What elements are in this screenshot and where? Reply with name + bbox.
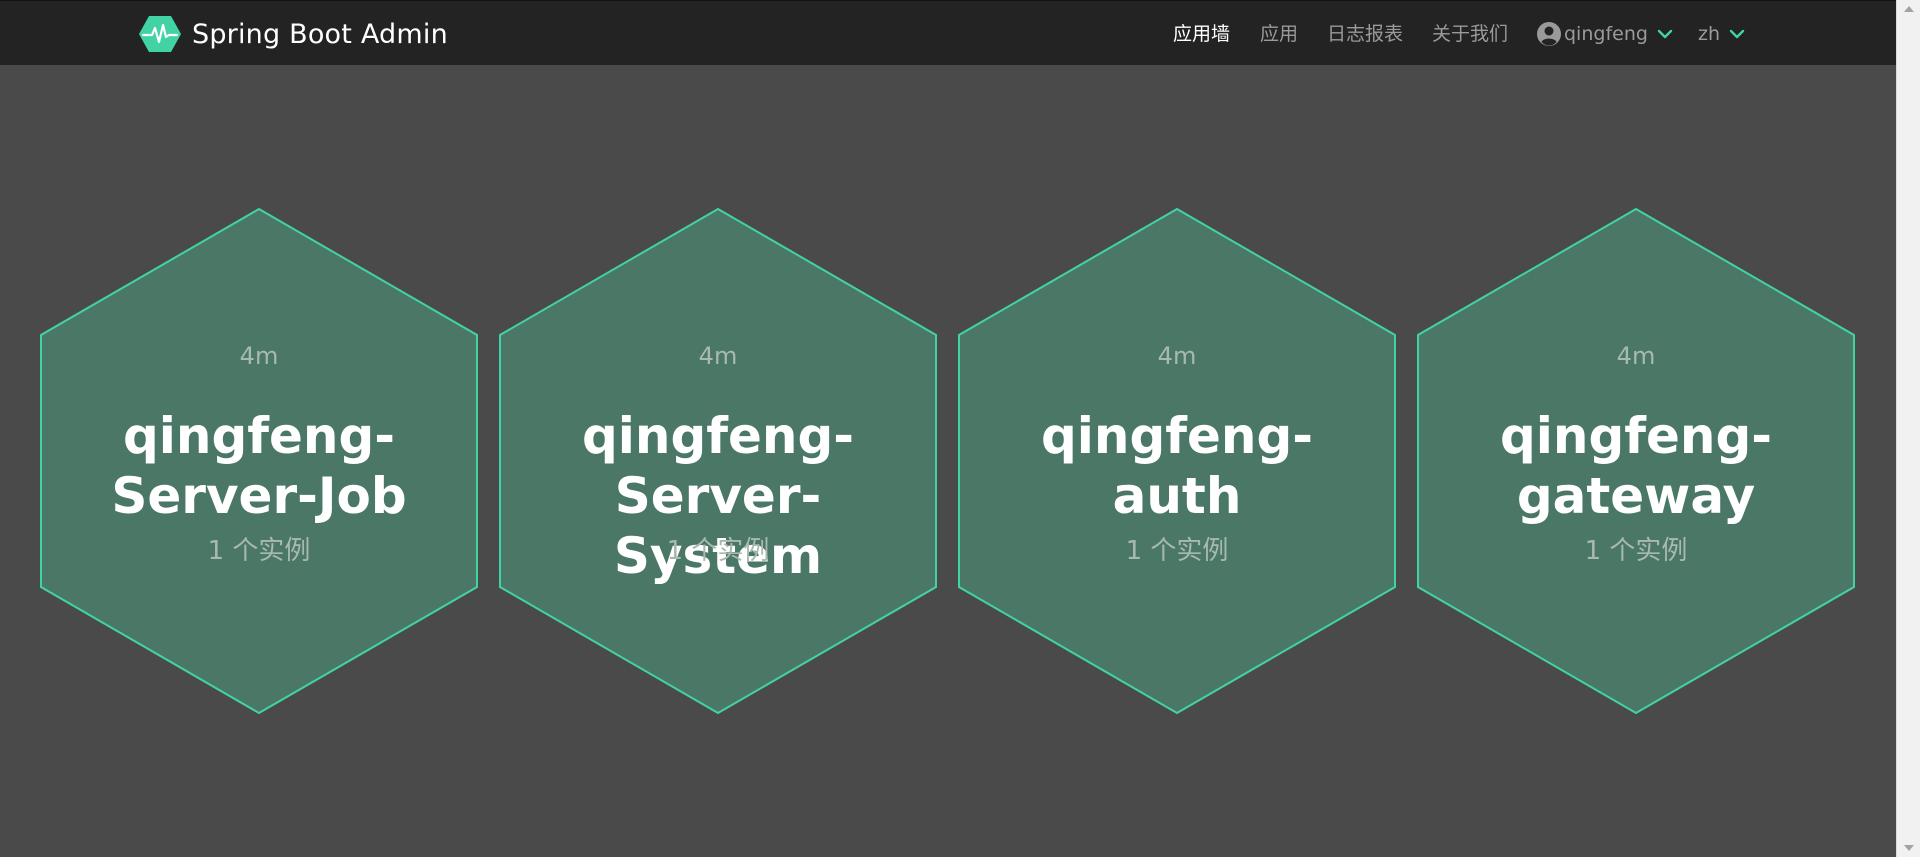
page: Spring Boot Admin 应用墙 应用 日志报表 关于我们 qingf… [0, 0, 1920, 857]
application-name-line: gateway [1516, 467, 1756, 525]
application-name-line: qingfeng- [1040, 407, 1314, 465]
brand-link[interactable]: Spring Boot Admin [138, 15, 448, 53]
top-navbar: Spring Boot Admin 应用墙 应用 日志报表 关于我们 qingf… [0, 0, 1896, 65]
application-name: qingfeng- gateway [1431, 406, 1841, 526]
application-name-line: qingfeng- [581, 407, 855, 465]
language-value: zh [1698, 23, 1721, 45]
application-name: qingfeng- auth [972, 406, 1382, 526]
spring-boot-admin-logo-icon [139, 16, 181, 52]
nav-item-applications[interactable]: 应用 [1260, 19, 1298, 49]
application-tile-content: 4m qingfeng- auth 1 个实例 [958, 208, 1396, 714]
application-tile-content: 4m qingfeng- Server-Job 1 个实例 [40, 208, 478, 714]
application-age: 4m [698, 342, 738, 370]
nav-item-wallboard[interactable]: 应用墙 [1173, 19, 1230, 49]
brand-title: Spring Boot Admin [192, 18, 448, 50]
chevron-down-icon [1729, 29, 1745, 39]
application-name: qingfeng- Server-Job [54, 406, 464, 526]
application-name-line: qingfeng- [122, 407, 396, 465]
nav-item-about-us[interactable]: 关于我们 [1432, 19, 1508, 49]
application-age: 4m [1616, 342, 1656, 370]
application-age: 4m [239, 342, 279, 370]
application-tile[interactable]: 4m qingfeng- Server-System 1 个实例 [499, 208, 937, 714]
nav-item-log-reports[interactable]: 日志报表 [1327, 19, 1403, 49]
chevron-down-icon [1657, 29, 1673, 39]
application-instance-count: 1 个实例 [666, 536, 770, 566]
application-name-line: Server-System [613, 467, 823, 585]
application-instance-count: 1 个实例 [207, 536, 311, 566]
application-name-line: qingfeng- [1499, 407, 1773, 465]
application-tile-content: 4m qingfeng- gateway 1 个实例 [1417, 208, 1855, 714]
user-name: qingfeng [1564, 23, 1648, 45]
scroll-up-arrow-icon[interactable] [1904, 6, 1914, 12]
application-tile[interactable]: 4m qingfeng- gateway 1 个实例 [1417, 208, 1855, 714]
application-tile-content: 4m qingfeng- Server-System 1 个实例 [499, 208, 937, 714]
user-menu[interactable]: qingfeng [1536, 18, 1674, 50]
application-tile[interactable]: 4m qingfeng- Server-Job 1 个实例 [40, 208, 478, 714]
application-instance-count: 1 个实例 [1125, 536, 1229, 566]
application-name-line: auth [1112, 467, 1242, 525]
vertical-scrollbar[interactable] [1896, 0, 1920, 857]
language-menu[interactable]: zh [1698, 18, 1746, 50]
application-name-line: Server-Job [111, 467, 407, 525]
scroll-down-arrow-icon[interactable] [1904, 845, 1914, 851]
application-tile[interactable]: 4m qingfeng- auth 1 个实例 [958, 208, 1396, 714]
user-circle-icon [1537, 22, 1561, 46]
application-age: 4m [1157, 342, 1197, 370]
application-instance-count: 1 个实例 [1584, 536, 1688, 566]
